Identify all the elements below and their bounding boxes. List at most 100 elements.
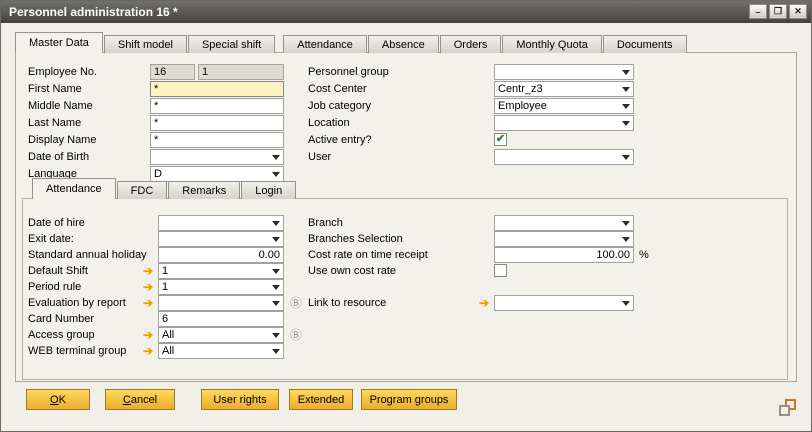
form-row: Default Shift ➔ 1 Use own cost rate [16,263,796,280]
chevron-down-icon [272,333,280,338]
display-name-field[interactable]: * [150,132,284,148]
chevron-down-icon [272,349,280,354]
default-shift-select[interactable]: 1 [158,263,284,279]
use-own-cost-rate-label: Use own cost rate [308,265,396,277]
standard-annual-holiday-value: 0.00 [259,249,280,261]
last-name-field[interactable]: * [150,115,284,131]
chevron-down-icon [622,121,630,126]
web-terminal-group-select[interactable]: All [158,343,284,359]
chevron-down-icon [622,221,630,226]
tab-attendance[interactable]: Attendance [283,35,367,53]
percent-sign: % [639,249,649,261]
link-arrow-icon[interactable]: ➔ [143,281,153,293]
form-row: Card Number 6 [16,311,796,328]
last-name-value: * [154,117,158,129]
extended-button-label: Extended [298,394,344,406]
title-bar[interactable]: Personnel administration 16 * – ❒ ✕ [1,1,811,23]
card-number-field[interactable]: 6 [158,311,284,327]
browse-icon[interactable]: Ⓑ [290,328,302,342]
form-row: Period rule ➔ 1 [16,279,796,296]
active-entry-label: Active entry? [308,134,372,146]
cost-center-select[interactable]: Centr_z3 [494,81,634,97]
tab-label: Shift model [118,39,173,51]
personnel-group-select[interactable] [494,64,634,80]
middle-name-field[interactable]: * [150,98,284,114]
tab-absence[interactable]: Absence [368,35,439,53]
standard-annual-holiday-field[interactable]: 0.00 [158,247,284,263]
subtab-attendance[interactable]: Attendance [32,178,116,199]
location-select[interactable] [494,115,634,131]
user-rights-button-label: User rights [213,394,266,406]
sub-tab-strip: Attendance FDC Remarks Login [32,178,297,199]
tab-master-data[interactable]: Master Data [15,32,103,53]
display-name-label: Display Name [28,134,96,146]
subtab-remarks[interactable]: Remarks [168,181,240,199]
user-rights-button[interactable]: User rights [201,389,279,410]
form-row: Display Name * Active entry? ✔ [16,132,796,149]
last-name-label: Last Name [28,117,81,129]
cost-rate-label: Cost rate on time receipt [308,249,428,261]
extended-button[interactable]: Extended [289,389,353,410]
tab-label: Documents [617,39,673,51]
job-category-select[interactable]: Employee [494,98,634,114]
period-rule-select[interactable]: 1 [158,279,284,295]
tab-label: Attendance [297,39,353,51]
cost-center-label: Cost Center [308,83,367,95]
link-arrow-icon[interactable]: ➔ [479,297,489,309]
form-row: Date of Birth User [16,149,796,166]
user-select[interactable] [494,149,634,165]
subtab-login[interactable]: Login [241,181,296,199]
exit-date-select[interactable] [158,231,284,247]
standard-annual-holiday-label: Standard annual holiday [28,249,147,261]
link-arrow-icon[interactable]: ➔ [143,329,153,341]
resize-grip[interactable] [779,399,796,416]
cancel-button[interactable]: Cancel [105,389,175,410]
form-row: Date of hire Branch [16,215,796,232]
personnel-group-label: Personnel group [308,66,389,78]
link-arrow-icon[interactable]: ➔ [143,297,153,309]
minimize-button[interactable]: – [749,4,767,19]
access-group-select[interactable]: All [158,327,284,343]
link-arrow-icon[interactable]: ➔ [143,265,153,277]
active-entry-checkbox[interactable]: ✔ [494,133,507,146]
link-to-resource-select[interactable] [494,295,634,311]
period-rule-label: Period rule [28,281,81,293]
tab-orders[interactable]: Orders [440,35,502,53]
maximize-button[interactable]: ❒ [769,4,787,19]
program-groups-button[interactable]: Program groups [361,389,457,410]
chevron-down-icon [272,237,280,242]
evaluation-by-report-select[interactable] [158,295,284,311]
chevron-down-icon [622,87,630,92]
use-own-cost-rate-checkbox[interactable] [494,264,507,277]
form-row: Exit date: Branches Selection [16,231,796,248]
close-icon: ✕ [794,6,802,17]
link-arrow-icon[interactable]: ➔ [143,345,153,357]
employee-seq-value: 1 [202,66,208,78]
branch-select[interactable] [494,215,634,231]
browse-icon[interactable]: Ⓑ [290,296,302,310]
employee-no-field[interactable]: 16 [150,64,195,80]
subtab-fdc[interactable]: FDC [117,181,168,199]
evaluation-by-report-label: Evaluation by report [28,297,126,309]
maximize-icon: ❒ [774,6,782,17]
date-of-birth-select[interactable] [150,149,284,165]
job-category-label: Job category [308,100,371,112]
tab-documents[interactable]: Documents [603,35,687,53]
exit-date-label: Exit date: [28,233,74,245]
branches-selection-select[interactable] [494,231,634,247]
employee-seq-field[interactable]: 1 [198,64,284,80]
ok-button[interactable]: OK [26,389,90,410]
first-name-field[interactable]: * [150,81,284,97]
cost-rate-field[interactable]: 100.00 [494,247,634,263]
tab-monthly-quota[interactable]: Monthly Quota [502,35,602,53]
employee-no-value: 16 [154,66,166,78]
date-of-hire-select[interactable] [158,215,284,231]
form-row: Standard annual holiday 0.00 Cost rate o… [16,247,796,264]
chevron-down-icon [622,301,630,306]
tab-shift-model[interactable]: Shift model [104,35,187,53]
job-category-value: Employee [498,100,547,112]
location-label: Location [308,117,350,129]
close-button[interactable]: ✕ [789,4,807,19]
access-group-label: Access group [28,329,95,341]
tab-special-shift[interactable]: Special shift [188,35,275,53]
